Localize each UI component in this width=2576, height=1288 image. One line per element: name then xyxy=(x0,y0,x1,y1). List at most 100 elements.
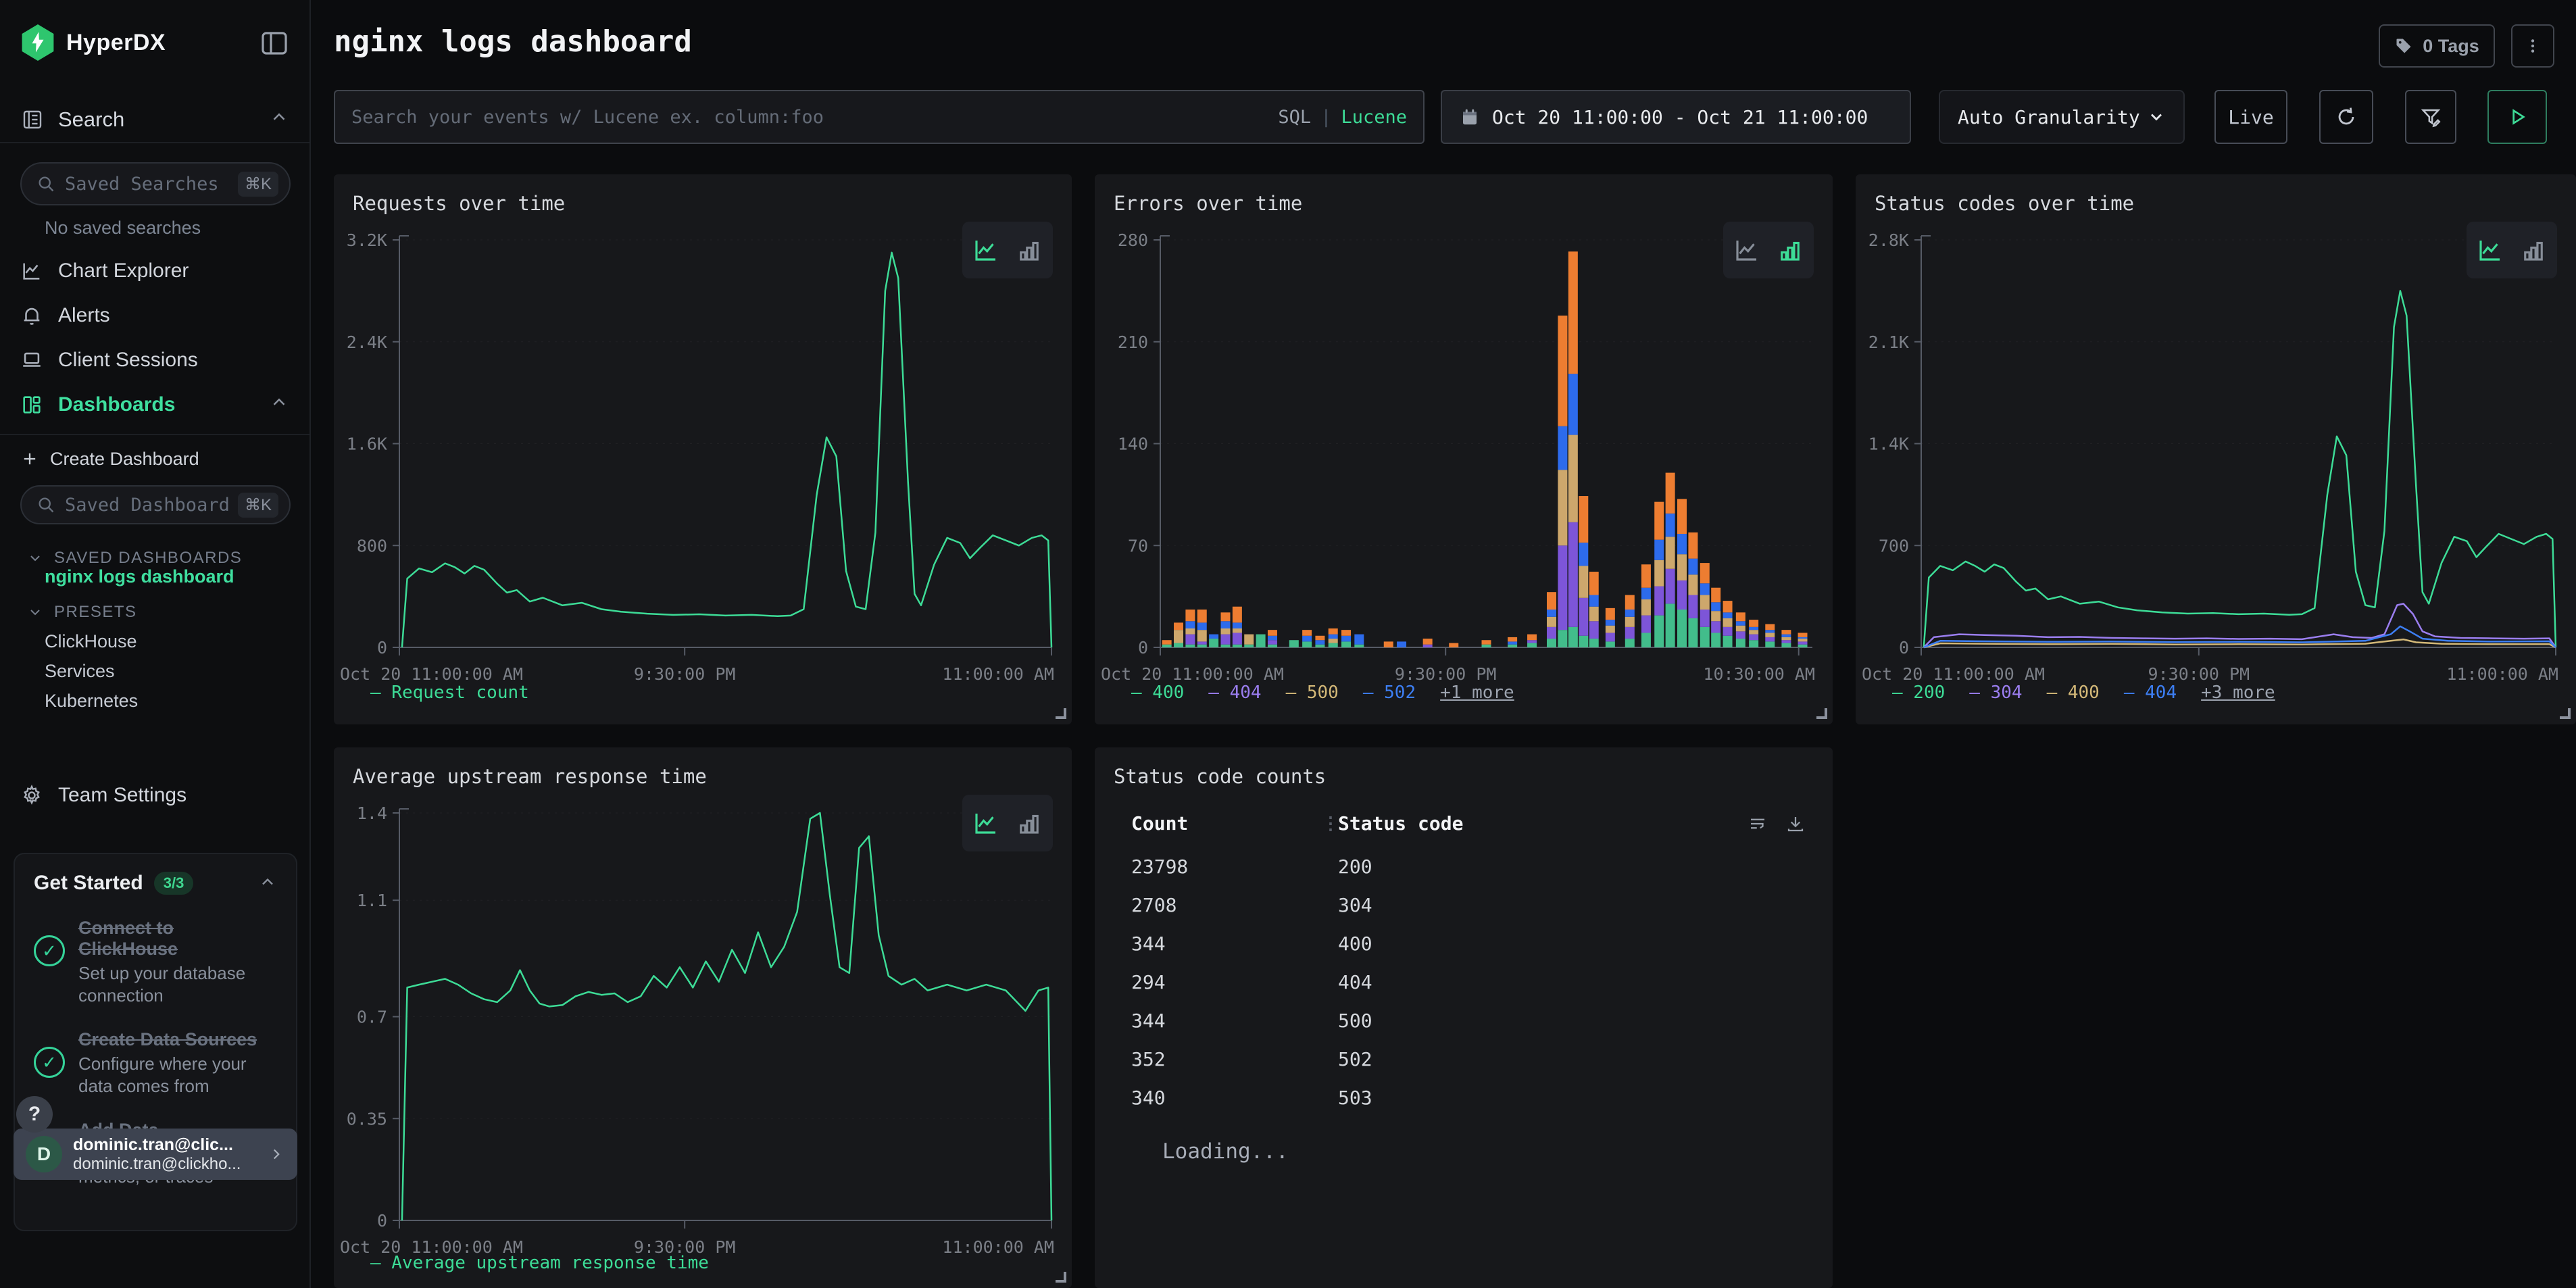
column-resize-grip[interactable]: ⋮ xyxy=(1322,814,1339,834)
sql-toggle[interactable]: SQL xyxy=(1278,107,1311,128)
resize-handle[interactable] xyxy=(1056,1272,1066,1283)
live-button[interactable]: Live xyxy=(2214,90,2287,144)
chevron-down-icon xyxy=(2147,107,2166,126)
get-started-step[interactable]: ✓ Create Data Sources Configure where yo… xyxy=(34,1029,277,1097)
create-dashboard-button[interactable]: Create Dashboard xyxy=(0,442,309,476)
line-chart-icon[interactable] xyxy=(2476,236,2504,264)
sidebar-item-services[interactable]: Services xyxy=(45,661,115,682)
search-input[interactable]: Search your events w/ Lucene ex. column:… xyxy=(334,90,1425,144)
svg-text:9:30:00 PM: 9:30:00 PM xyxy=(2148,664,2250,684)
legend-item[interactable]: — Request count xyxy=(370,683,529,703)
sidebar-section-search[interactable]: Search xyxy=(0,97,309,142)
sidebar-item-client-sessions[interactable]: Client Sessions xyxy=(0,341,309,380)
resize-handle[interactable] xyxy=(1816,708,1827,719)
page-title: nginx logs dashboard xyxy=(334,24,692,59)
chevron-down-icon xyxy=(27,604,43,620)
line-chart-icon[interactable] xyxy=(972,809,1000,837)
legend-item[interactable]: — 304 xyxy=(1969,683,2022,703)
cell-count: 294 xyxy=(1131,971,1166,993)
sidebar-item-nginx-dashboard[interactable]: nginx logs dashboard xyxy=(45,566,234,587)
svg-text:1.4: 1.4 xyxy=(357,803,387,823)
time-range-picker[interactable]: Oct 20 11:00:00 - Oct 21 11:00:00 xyxy=(1441,90,1911,144)
sidebar-item-team-settings[interactable]: Team Settings xyxy=(0,776,309,815)
bar-chart-icon[interactable] xyxy=(2519,236,2548,264)
sidebar-item-clickhouse[interactable]: ClickHouse xyxy=(45,631,137,652)
help-button[interactable]: ? xyxy=(16,1096,53,1133)
refresh-button[interactable] xyxy=(2319,90,2373,144)
user-menu[interactable]: D dominic.tran@clic... dominic.tran@clic… xyxy=(14,1129,297,1180)
cell-count: 23798 xyxy=(1131,856,1188,878)
tags-button[interactable]: 0 Tags xyxy=(2379,24,2495,68)
download-icon[interactable] xyxy=(1785,814,1806,834)
table-row: 352502 xyxy=(1095,1048,1833,1087)
legend-item[interactable]: — 502 xyxy=(1363,683,1416,703)
sidebar-item-alerts[interactable]: Alerts xyxy=(0,296,309,335)
table-row: 340503 xyxy=(1095,1087,1833,1125)
chart-legend: — 200 — 304 — 400 — 404 +3 more xyxy=(1892,683,2275,703)
column-header-count[interactable]: Count xyxy=(1131,812,1188,835)
bell-icon xyxy=(20,304,43,327)
play-icon xyxy=(2506,106,2528,128)
legend-item[interactable]: — 404 xyxy=(2124,683,2177,703)
svg-text:10:30:00 AM: 10:30:00 AM xyxy=(1703,664,1815,684)
legend-more-link[interactable]: +1 more xyxy=(1440,683,1514,703)
cell-status-code: 200 xyxy=(1338,856,1372,878)
cell-count: 344 xyxy=(1131,1010,1166,1032)
line-chart-icon[interactable] xyxy=(972,236,1000,264)
more-menu-button[interactable] xyxy=(2511,24,2554,68)
legend-item[interactable]: — 500 xyxy=(1286,683,1339,703)
column-header-status-code[interactable]: Status code xyxy=(1338,812,1463,835)
legend-item[interactable]: — 400 xyxy=(1131,683,1184,703)
lucene-toggle[interactable]: Lucene xyxy=(1341,107,1407,128)
svg-text:11:00:00 AM: 11:00:00 AM xyxy=(942,664,1054,684)
filter-button[interactable] xyxy=(2405,90,2456,144)
wrap-lines-icon[interactable] xyxy=(1748,814,1768,834)
legend-item[interactable]: — 200 xyxy=(1892,683,1945,703)
refresh-icon xyxy=(2335,105,2358,128)
search-icon xyxy=(36,495,55,514)
legend-more-link[interactable]: +3 more xyxy=(2201,683,2275,703)
query-language-switch[interactable]: SQL|Lucene xyxy=(1278,107,1407,128)
panel-requests-over-time: Requests over time 08001.6K2.4K3.2KOct 2… xyxy=(334,174,1072,724)
sidebar-item-kubernetes[interactable]: Kubernetes xyxy=(45,691,138,712)
resize-handle[interactable] xyxy=(1056,708,1066,719)
bar-chart-icon[interactable] xyxy=(1015,809,1043,837)
legend-item[interactable]: — Average upstream response time xyxy=(370,1253,709,1273)
saved-dashboards-input[interactable]: Saved Dashboards ⌘K xyxy=(20,485,291,524)
divider xyxy=(0,142,309,143)
group-presets[interactable]: PRESETS xyxy=(27,603,137,622)
no-saved-searches-label: No saved searches xyxy=(45,218,201,239)
svg-text:210: 210 xyxy=(1118,332,1148,352)
svg-text:800: 800 xyxy=(357,536,387,555)
svg-text:Oct 20 11:00:00 AM: Oct 20 11:00:00 AM xyxy=(1862,664,2045,684)
get-started-step[interactable]: ✓ Connect to ClickHouse Set up your data… xyxy=(34,918,277,1006)
upstream-chart: 00.350.71.11.4Oct 20 11:00:00 AM9:30:00 … xyxy=(334,747,1072,1281)
resize-handle[interactable] xyxy=(2560,708,2571,719)
hyperdx-logo-icon xyxy=(20,24,55,61)
avatar: D xyxy=(26,1136,62,1172)
group-saved-dashboards[interactable]: SAVED DASHBOARDS xyxy=(27,549,242,568)
bar-chart-icon[interactable] xyxy=(1015,236,1043,264)
chevron-up-icon[interactable] xyxy=(258,872,277,895)
legend-item[interactable]: — 404 xyxy=(1208,683,1261,703)
panel-title: Status codes over time xyxy=(1875,192,2134,215)
svg-text:0: 0 xyxy=(1138,638,1148,658)
legend-item[interactable]: — 400 xyxy=(2047,683,2100,703)
divider xyxy=(0,434,309,435)
gear-icon xyxy=(20,784,43,807)
line-chart-icon[interactable] xyxy=(1733,236,1761,264)
bar-chart-icon[interactable] xyxy=(1776,236,1804,264)
sidebar-item-chart-explorer[interactable]: Chart Explorer xyxy=(0,251,309,291)
run-query-button[interactable] xyxy=(2487,90,2547,144)
controls-bar: Search your events w/ Lucene ex. column:… xyxy=(334,90,2557,144)
sidebar-collapse-icon[interactable] xyxy=(258,27,291,59)
svg-text:0: 0 xyxy=(377,1211,387,1231)
chart-legend: — Request count xyxy=(370,683,529,703)
granularity-select[interactable]: Auto Granularity xyxy=(1939,90,2185,144)
search-section-icon xyxy=(20,107,45,132)
cell-status-code: 304 xyxy=(1338,894,1372,916)
sidebar: HyperDX Search Saved Searches ⌘K No save… xyxy=(0,0,311,1288)
saved-searches-input[interactable]: Saved Searches ⌘K xyxy=(20,162,291,205)
chart-type-toggle xyxy=(1723,222,1814,278)
sidebar-item-dashboards[interactable]: Dashboards xyxy=(0,385,309,424)
